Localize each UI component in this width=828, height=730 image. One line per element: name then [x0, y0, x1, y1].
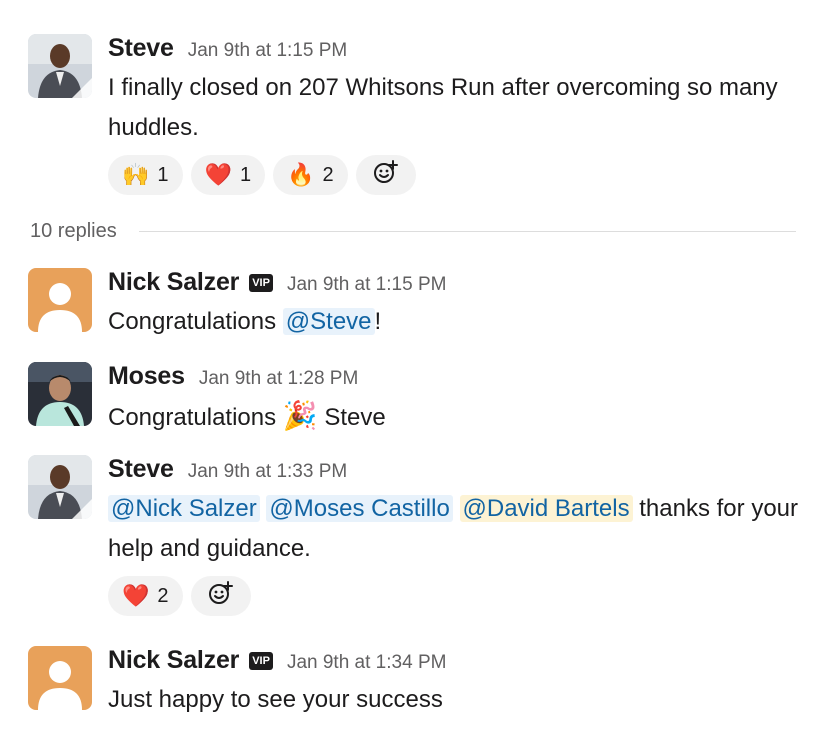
- replies-count[interactable]: 10 replies: [30, 220, 117, 243]
- message-text: Congratulations @Steve!: [108, 302, 808, 342]
- message-header: Steve Jan 9th at 1:33 PM: [108, 455, 347, 484]
- reaction-count: 1: [239, 163, 252, 186]
- message-text: Just happy to see your success: [108, 686, 443, 713]
- author-name[interactable]: Nick Salzer: [108, 268, 239, 297]
- vip-badge: VIP: [249, 652, 273, 670]
- avatar[interactable]: [28, 34, 92, 98]
- text-segment: Congratulations: [108, 308, 283, 335]
- divider: [138, 231, 796, 232]
- avatar[interactable]: [28, 362, 92, 426]
- reaction-raised-hands[interactable]: 🙌 1: [108, 155, 183, 195]
- message-header: Nick Salzer VIP Jan 9th at 1:34 PM: [108, 646, 446, 675]
- avatar[interactable]: [28, 455, 92, 519]
- add-reaction-button[interactable]: [355, 155, 416, 195]
- author-name[interactable]: Steve: [108, 34, 174, 63]
- vip-badge: VIP: [249, 274, 273, 292]
- message-header: Steve Jan 9th at 1:15 PM: [108, 34, 347, 63]
- text-segment: !: [374, 308, 382, 335]
- add-reaction-icon: [208, 580, 234, 612]
- fire-icon: 🔥: [287, 162, 315, 187]
- reactions-bar: ❤️ 2: [108, 576, 251, 616]
- reactions-bar: 🙌 1 ❤️ 1 🔥 2: [108, 155, 416, 195]
- user-mention-self[interactable]: @David Bartels: [459, 495, 633, 522]
- message-text: I finally closed on 207 Whitsons Run aft…: [108, 74, 778, 141]
- timestamp[interactable]: Jan 9th at 1:15 PM: [287, 274, 447, 296]
- text-segment: Congratulations: [108, 404, 283, 431]
- party-popper-icon: 🎉: [282, 400, 318, 431]
- add-reaction-button[interactable]: [190, 576, 251, 616]
- raised-hands-icon: 🙌: [122, 162, 150, 187]
- message-header: Moses Jan 9th at 1:28 PM: [108, 362, 358, 391]
- reaction-heart[interactable]: ❤️ 1: [190, 155, 266, 195]
- message-header: Nick Salzer VIP Jan 9th at 1:15 PM: [108, 268, 446, 297]
- author-name[interactable]: Nick Salzer: [108, 646, 239, 675]
- message-text: Congratulations 🎉 Steve: [108, 396, 808, 438]
- user-mention[interactable]: @Nick Salzer: [108, 495, 260, 522]
- heart-icon: ❤️: [122, 583, 150, 608]
- author-name[interactable]: Steve: [108, 455, 174, 484]
- reaction-count: 2: [157, 584, 169, 607]
- user-mention[interactable]: @Moses Castillo: [266, 495, 453, 522]
- heart-icon: ❤️: [204, 162, 232, 187]
- reaction-fire[interactable]: 🔥 2: [273, 155, 348, 195]
- thread-replies-divider: 10 replies: [30, 220, 796, 243]
- reaction-count: 1: [157, 163, 169, 186]
- timestamp[interactable]: Jan 9th at 1:28 PM: [199, 368, 359, 390]
- reaction-heart[interactable]: ❤️ 2: [108, 576, 183, 616]
- timestamp[interactable]: Jan 9th at 1:34 PM: [287, 652, 447, 674]
- avatar[interactable]: [28, 268, 92, 332]
- user-mention[interactable]: @Steve: [282, 308, 375, 335]
- author-name[interactable]: Moses: [108, 362, 185, 391]
- timestamp[interactable]: Jan 9th at 1:33 PM: [188, 461, 348, 483]
- add-reaction-icon: [373, 159, 399, 191]
- text-segment: Steve: [317, 404, 386, 431]
- timestamp[interactable]: Jan 9th at 1:15 PM: [188, 40, 348, 62]
- avatar[interactable]: [28, 646, 92, 710]
- message-text: @Nick Salzer @Moses Castillo @David Bart…: [108, 489, 808, 569]
- reaction-count: 2: [322, 163, 334, 186]
